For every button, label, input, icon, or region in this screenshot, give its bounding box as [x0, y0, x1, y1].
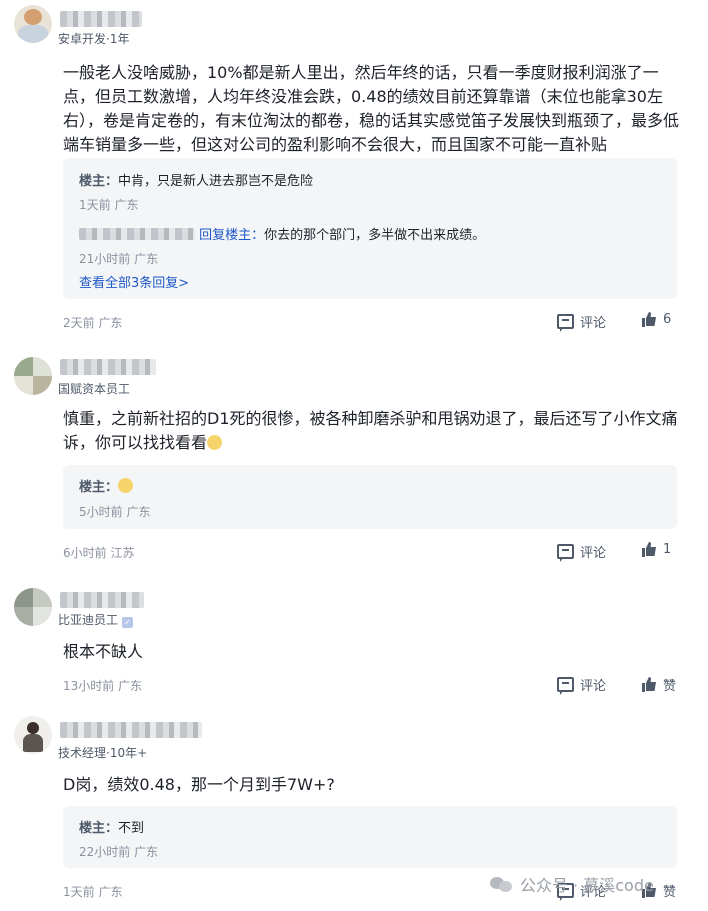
comment-bubble-icon — [557, 677, 574, 695]
comment-label: 评论 — [580, 679, 607, 694]
user-meta-text: 比亚迪员工 — [58, 613, 119, 627]
reply-item: 回复楼主：你去的那个部门，多半做不出来成绩。 — [79, 224, 485, 243]
like-label: 赞 — [663, 679, 677, 694]
comment-text: 慎重，之前新社招的D1死的很惨，被各种卸磨杀驴和甩锅劝退了，最后还写了小作文痛诉… — [63, 407, 681, 455]
like-count: 1 — [663, 542, 672, 557]
comment-text: 一般老人没啥威胁，10%都是新人里出，然后年终的话，只看一季度财报利润涨了一点，… — [63, 63, 680, 154]
comment-time: 2天前 广东 — [63, 316, 123, 330]
like-count: 6 — [663, 312, 672, 327]
thumbs-up-icon — [642, 677, 656, 692]
reply-box: 楼主：中肯，只是新人进去那岂不是危险 1天前 广东 回复楼主：你去的那个部门，多… — [63, 158, 677, 299]
like-button[interactable]: 6 — [641, 312, 671, 327]
comment-button[interactable]: 评论 — [557, 675, 607, 695]
reply-author[interactable]: 楼主： — [79, 821, 118, 836]
emoji-smile-icon — [207, 435, 223, 450]
emoji-smile-icon — [118, 478, 134, 493]
user-meta: 国赋资本员工 — [58, 382, 131, 396]
reply-box: 楼主：不到 22小时前 广东 — [63, 806, 677, 868]
thumbs-up-icon — [642, 542, 656, 557]
reply-item: 楼主： — [79, 476, 134, 495]
user-meta: 比亚迪员工 ✓ — [58, 611, 134, 628]
comment-text: D岗，绩效0.48，那一个月到手7W+? — [63, 775, 335, 794]
comment-bubble-icon — [557, 544, 574, 562]
verified-badge-icon: ✓ — [122, 617, 134, 628]
username-blurred[interactable] — [60, 592, 144, 608]
comment-time: 6小时前 江苏 — [63, 546, 135, 560]
comment-text-content: 慎重，之前新社招的D1死的很惨，被各种卸磨杀驴和甩锅劝退了，最后还写了小作文痛诉… — [63, 409, 678, 452]
avatar[interactable] — [14, 716, 52, 754]
reply-time: 21小时前 广东 — [79, 252, 159, 266]
reply-time: 1天前 广东 — [79, 198, 139, 212]
comment-button[interactable]: 评论 — [557, 542, 607, 562]
reply-author[interactable]: 楼主： — [79, 480, 118, 495]
user-meta: 技术经理·10年+ — [58, 746, 148, 760]
comment-label: 评论 — [580, 546, 607, 561]
reply-text: 不到 — [118, 821, 145, 836]
user-meta: 安卓开发·1年 — [58, 32, 130, 46]
comment-label: 评论 — [580, 316, 607, 331]
like-button[interactable]: 赞 — [641, 675, 676, 694]
reply-item: 楼主：不到 — [79, 817, 144, 836]
reply-text: 中肯，只是新人进去那岂不是危险 — [118, 174, 314, 189]
username-blurred[interactable] — [60, 11, 142, 27]
comment-bubble-icon — [557, 314, 574, 332]
watermark: 公众号 · 慕溪code — [490, 872, 654, 896]
view-all-replies-link[interactable]: 查看全部3条回复> — [79, 272, 189, 291]
reply-item: 楼主：中肯，只是新人进去那岂不是危险 — [79, 170, 313, 189]
watermark-text: 公众号 · 慕溪code — [520, 876, 654, 895]
comment-time: 1天前 广东 — [63, 885, 123, 899]
thumbs-up-icon — [642, 312, 656, 327]
reply-to-link[interactable]: 回复楼主： — [199, 228, 264, 243]
reply-author[interactable]: 楼主： — [79, 174, 118, 189]
avatar[interactable] — [14, 588, 52, 626]
reply-time: 22小时前 广东 — [79, 845, 159, 859]
comment-button[interactable]: 评论 — [557, 312, 607, 332]
like-button[interactable]: 1 — [641, 542, 671, 557]
comment-time: 13小时前 广东 — [63, 679, 143, 693]
avatar[interactable] — [14, 357, 52, 395]
username-blurred[interactable] — [60, 359, 156, 375]
comment-text: 根本不缺人 — [63, 642, 144, 661]
avatar[interactable] — [14, 5, 52, 43]
like-label: 赞 — [663, 885, 677, 900]
reply-author-blurred[interactable] — [79, 228, 195, 240]
reply-time: 5小时前 广东 — [79, 505, 151, 519]
reply-box: 楼主： 5小时前 广东 — [63, 465, 677, 529]
wechat-icon — [490, 875, 514, 893]
reply-text: 你去的那个部门，多半做不出来成绩。 — [264, 228, 486, 243]
username-blurred[interactable] — [60, 722, 202, 738]
